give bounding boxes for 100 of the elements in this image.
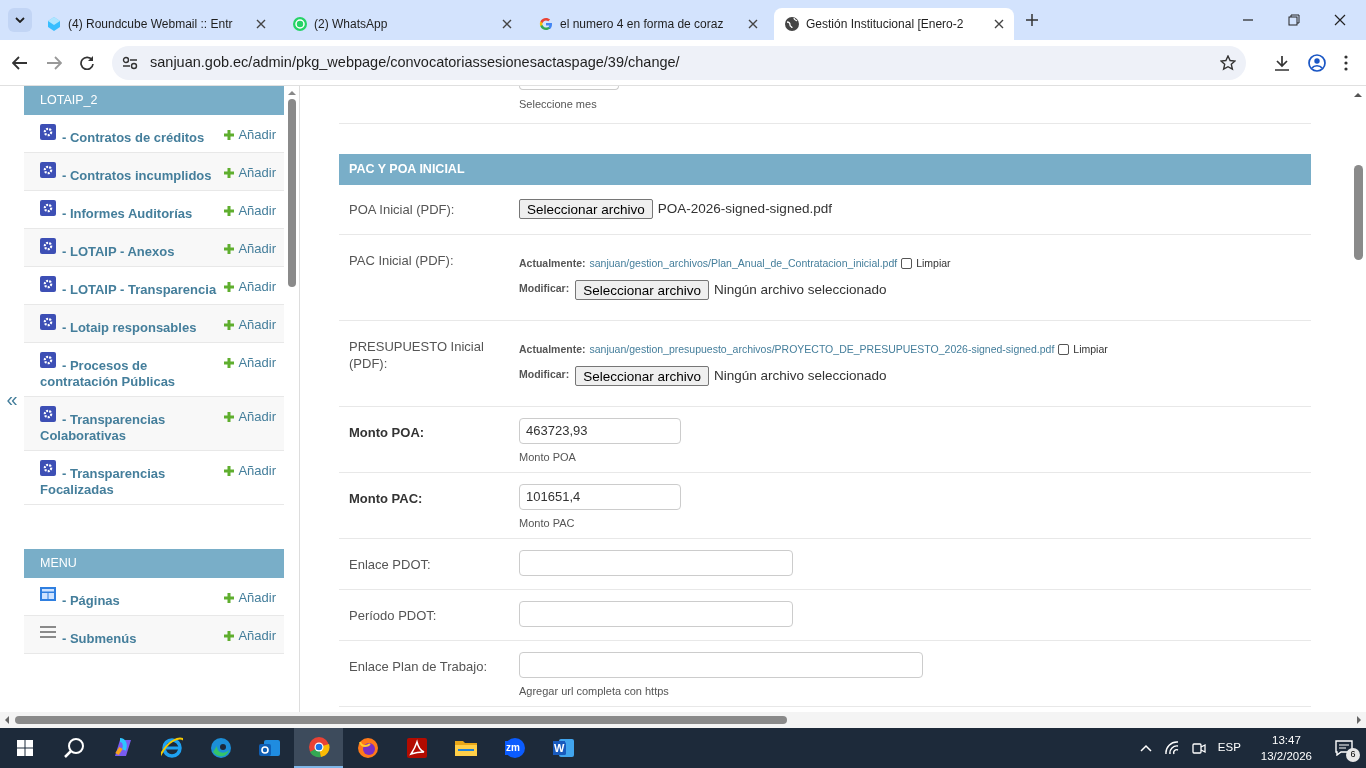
add-link[interactable]: Añadir <box>224 201 276 221</box>
taskbar-app[interactable]: zm <box>490 728 539 768</box>
edge-icon <box>209 737 232 759</box>
add-link[interactable]: Añadir <box>224 407 276 427</box>
plus-icon <box>224 243 235 254</box>
file-select-button[interactable]: Seleccionar archivo <box>519 199 653 219</box>
language-indicator[interactable]: ESP <box>1217 739 1241 757</box>
add-link[interactable]: Añadir <box>224 315 276 335</box>
input-field[interactable]: 101651,4 <box>519 483 681 510</box>
sidebar-item[interactable]: - LOTAIP - Transparencia <box>40 277 220 298</box>
chevron-up-icon[interactable] <box>1139 744 1152 752</box>
taskbar-app[interactable]: W <box>539 728 588 768</box>
sidebar-item[interactable]: - Procesos de contratación Públicas <box>40 353 220 390</box>
profile-icon[interactable] <box>1308 53 1326 72</box>
add-link[interactable]: Añadir <box>224 277 276 297</box>
help-text: Monto POA <box>519 449 577 465</box>
fox-icon <box>356 737 379 759</box>
fieldset-header: PAC Y POA INICIAL <box>339 153 1311 185</box>
current-label: Actualmente: <box>519 255 586 271</box>
plus-icon[interactable] <box>1026 14 1038 26</box>
scroll-up-icon[interactable] <box>1354 92 1362 97</box>
sidebar-item[interactable]: - Transparencias Colaborativas <box>40 407 220 444</box>
input-field[interactable]: 463723,93 <box>519 417 681 444</box>
clear-checkbox[interactable] <box>901 257 913 269</box>
tab-title: el numero 4 en forma de coraz <box>560 16 725 33</box>
file-link[interactable]: sanjuan/gestion_archivos/Plan_Anual_de_Contratacion_inicial.pdf <box>589 255 898 272</box>
url-text: sanjuan.gob.ec/admin/pkg_webpage/convocatoriassesionesactaspage/39/change/ <box>150 52 681 72</box>
tab-search-button[interactable] <box>8 8 32 32</box>
close-icon[interactable] <box>502 19 512 29</box>
gear-icon <box>40 460 56 476</box>
sidebar-item[interactable]: - Lotaip responsables <box>40 315 220 336</box>
sidebar-item[interactable]: - Submenús <box>40 626 220 647</box>
help-text: Agregar url completa con https <box>519 683 670 699</box>
clear-checkbox[interactable] <box>1058 343 1070 355</box>
back-arrow-icon[interactable] <box>12 55 28 70</box>
scroll-up-icon[interactable] <box>288 90 296 95</box>
scrollbar-thumb[interactable] <box>1353 165 1363 260</box>
file-link[interactable]: sanjuan/gestion_presupuesto_archivos/PROYECTO_DE_PRESUPUESTO_2026-signed-signed.pdf <box>589 341 1055 358</box>
add-link[interactable]: Añadir <box>224 626 276 646</box>
chevron-down-icon <box>15 17 25 23</box>
sidebar-item[interactable]: - Páginas <box>40 588 220 609</box>
forward-arrow-icon[interactable] <box>46 55 62 70</box>
browser-tab[interactable]: (2) WhatsApp <box>282 8 522 40</box>
sidebar-item[interactable]: - Informes Auditorías <box>40 201 220 222</box>
clock-date[interactable]: 13/2/2026 <box>1260 748 1312 764</box>
close-icon[interactable] <box>994 19 1004 29</box>
add-link[interactable]: Añadir <box>224 461 276 481</box>
reload-icon[interactable] <box>80 55 94 70</box>
address-bar[interactable]: sanjuan.gob.ec/admin/pkg_webpage/convocatoriassesionesactaspage/39/change/ <box>112 45 1246 80</box>
add-link[interactable]: Añadir <box>224 163 276 183</box>
restore-icon[interactable] <box>1288 14 1300 26</box>
sidebar-item[interactable]: - LOTAIP - Anexos <box>40 239 220 260</box>
file-name: POA-2026-signed-signed.pdf <box>657 199 832 218</box>
plus-icon <box>224 281 235 292</box>
camera-icon[interactable] <box>1191 741 1206 755</box>
tab-title: (4) Roundcube Webmail :: Entr <box>68 16 234 33</box>
close-icon[interactable] <box>748 19 758 29</box>
browser-tab[interactable]: (4) Roundcube Webmail :: Entr <box>36 8 276 40</box>
download-icon[interactable] <box>1274 54 1290 71</box>
plus-icon <box>224 465 235 476</box>
file-select-button[interactable]: Seleccionar archivo <box>575 280 709 301</box>
section-header: MENU <box>24 549 284 578</box>
notification-icon[interactable] <box>1335 740 1353 756</box>
scrollbar-thumb[interactable] <box>288 99 296 287</box>
site-settings-icon[interactable] <box>122 55 138 70</box>
wifi-icon[interactable] <box>1163 741 1180 755</box>
scrollbar-thumb[interactable] <box>15 716 787 724</box>
clear-label: Limpiar <box>1073 341 1108 357</box>
add-link[interactable]: Añadir <box>224 125 276 145</box>
input-field[interactable] <box>519 549 793 576</box>
gear-icon <box>40 406 56 422</box>
file-name: Ningún archivo seleccionado <box>714 281 887 300</box>
app-logo-letters: zm <box>505 741 521 755</box>
browser-tab[interactable]: Gestión Institucional [Enero-2 <box>774 8 1014 40</box>
sidebar-item[interactable]: - Contratos de créditos <box>40 125 220 146</box>
more-menu-icon[interactable] <box>1344 54 1348 71</box>
help-text: Seleccione mes <box>519 97 598 112</box>
add-link[interactable]: Añadir <box>224 353 276 373</box>
notification-count: 6 <box>1346 748 1360 762</box>
cube-icon <box>46 16 62 32</box>
close-icon[interactable] <box>1334 14 1346 26</box>
star-icon[interactable] <box>1220 54 1236 71</box>
add-link[interactable]: Añadir <box>224 239 276 259</box>
clock-time[interactable]: 13:47 <box>1272 732 1301 748</box>
input-field[interactable] <box>519 651 923 678</box>
file-select-button[interactable]: Seleccionar archivo <box>575 366 709 387</box>
field-label: PAC Inicial (PDF): <box>349 251 455 270</box>
collapse-sidebar-toggle[interactable]: « <box>6 389 18 409</box>
list-lines-icon <box>40 625 56 641</box>
scroll-right-icon[interactable] <box>1357 716 1362 724</box>
close-icon[interactable] <box>256 19 266 29</box>
sidebar-item[interactable]: - Transparencias Focalizadas <box>40 461 220 498</box>
add-link[interactable]: Añadir <box>224 588 276 608</box>
gear-icon <box>40 352 56 368</box>
scroll-left-icon[interactable] <box>4 716 9 724</box>
browser-tab[interactable]: el numero 4 en forma de coraz <box>528 8 768 40</box>
google-icon <box>538 16 554 32</box>
sidebar-item[interactable]: - Contratos incumplidos <box>40 163 220 184</box>
input-field[interactable] <box>519 600 793 627</box>
help-text: Monto PAC <box>519 515 576 531</box>
